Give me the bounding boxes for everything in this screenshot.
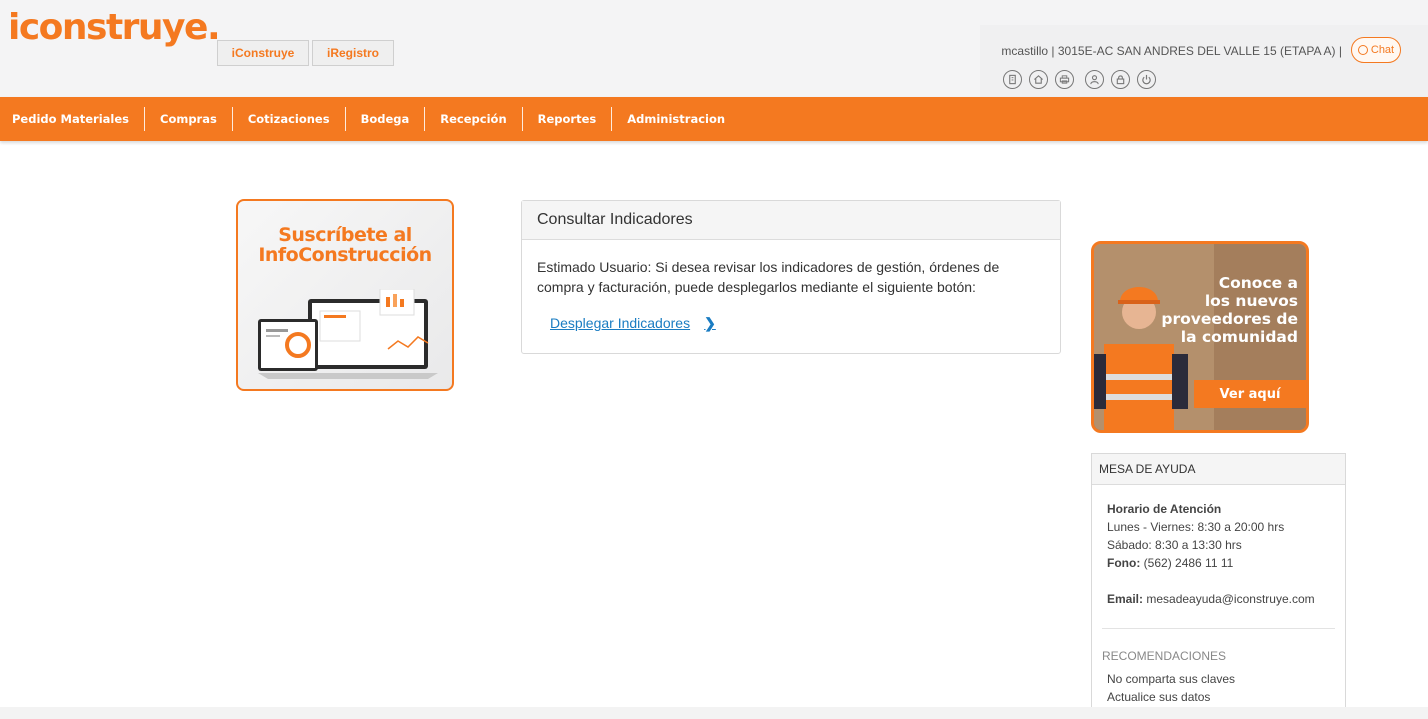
saturday-hours: Sábado: 8:30 a 13:30 hrs	[1107, 538, 1242, 552]
tab-iregistro[interactable]: iRegistro	[312, 40, 394, 66]
user-icon[interactable]	[1085, 70, 1104, 89]
show-indicators-label: Desplegar Indicadores	[550, 315, 691, 331]
see-here-button[interactable]: Ver aquí	[1194, 380, 1306, 408]
weekday-hours: Lunes - Viernes: 8:30 a 20:00 hrs	[1107, 520, 1285, 534]
recommendation-item: No comparta sus claves	[1107, 672, 1236, 686]
chat-label: Chat	[1370, 44, 1395, 56]
user-info: mcastillo | 3015E-AC SAN ANDRES DEL VALL…	[1001, 44, 1342, 58]
nav-compras[interactable]: Compras	[144, 107, 232, 131]
nav-administracion[interactable]: Administracion	[611, 107, 740, 131]
nav-cotizaciones[interactable]: Cotizaciones	[231, 107, 345, 131]
banner-right-headline: Conoce a los nuevos proveedores de la co…	[1161, 274, 1298, 346]
building-icon[interactable]	[1003, 70, 1022, 89]
help-desk-title: MESA DE AYUDA	[1092, 454, 1345, 485]
tab-iconstruye[interactable]: iConstruye	[217, 40, 309, 66]
nav-recepcion[interactable]: Recepción	[424, 107, 521, 131]
recommendation-item: Actualice sus datos	[1107, 690, 1211, 704]
printer-icon[interactable]	[1055, 70, 1074, 89]
footer-strip	[0, 707, 1428, 719]
banner-right-line1: Conoce a	[1218, 274, 1298, 292]
banner-right-line2: los nuevos	[1204, 292, 1298, 310]
help-desk-panel: MESA DE AYUDA Horario de Atención Lunes …	[1091, 453, 1346, 719]
nav-bodega[interactable]: Bodega	[344, 107, 425, 131]
new-suppliers-banner[interactable]: Conoce a los nuevos proveedores de la co…	[1091, 241, 1309, 433]
nav-reportes[interactable]: Reportes	[521, 107, 612, 131]
chevron-right-icon: ❯	[704, 315, 716, 331]
main-nav: Pedido Materiales Compras Cotizaciones B…	[0, 97, 1428, 141]
indicators-panel: Consultar Indicadores Estimado Usuario: …	[521, 200, 1061, 354]
chat-button[interactable]: Chat	[1351, 37, 1401, 63]
indicators-description: Estimado Usuario: Si desea revisar los i…	[537, 259, 1000, 295]
power-icon[interactable]	[1137, 70, 1156, 89]
logo-text: iconstruye.	[8, 7, 221, 48]
banner-headline: Suscríbete al InfoConstrucción	[238, 225, 452, 265]
banner-right-line3: proveedores de	[1161, 310, 1298, 328]
user-actions	[1003, 70, 1159, 89]
laptop-illustration	[258, 289, 438, 379]
email-label: Email:	[1107, 592, 1144, 606]
nav-pedido-materiales[interactable]: Pedido Materiales	[0, 107, 144, 131]
phone-label: Fono:	[1107, 556, 1141, 570]
recommendations-title: RECOMENDACIONES	[1102, 649, 1227, 663]
show-indicators-link[interactable]: Desplegar Indicadores ❯	[550, 313, 716, 333]
banner-headline-line2: InfoConstrucción	[258, 244, 432, 266]
phone-value: (562) 2486 11 11	[1143, 556, 1234, 570]
infoconstruccion-banner[interactable]: Suscríbete al InfoConstrucción	[236, 199, 454, 391]
headset-icon	[1357, 45, 1368, 55]
banner-headline-line1: Suscríbete al	[278, 224, 412, 246]
top-header: iconstruye. iConstruye iRegistro mcastil…	[0, 0, 1428, 97]
home-icon[interactable]	[1029, 70, 1048, 89]
divider	[1102, 628, 1335, 629]
lock-icon[interactable]	[1111, 70, 1130, 89]
hours-title: Horario de Atención	[1107, 502, 1222, 516]
banner-right-line4: la comunidad	[1180, 328, 1298, 346]
iconstruye-logo[interactable]: iconstruye.	[8, 7, 221, 48]
email-value[interactable]: mesadeayuda@iconstruye.com	[1146, 592, 1314, 606]
indicators-title: Consultar Indicadores	[522, 201, 1060, 240]
